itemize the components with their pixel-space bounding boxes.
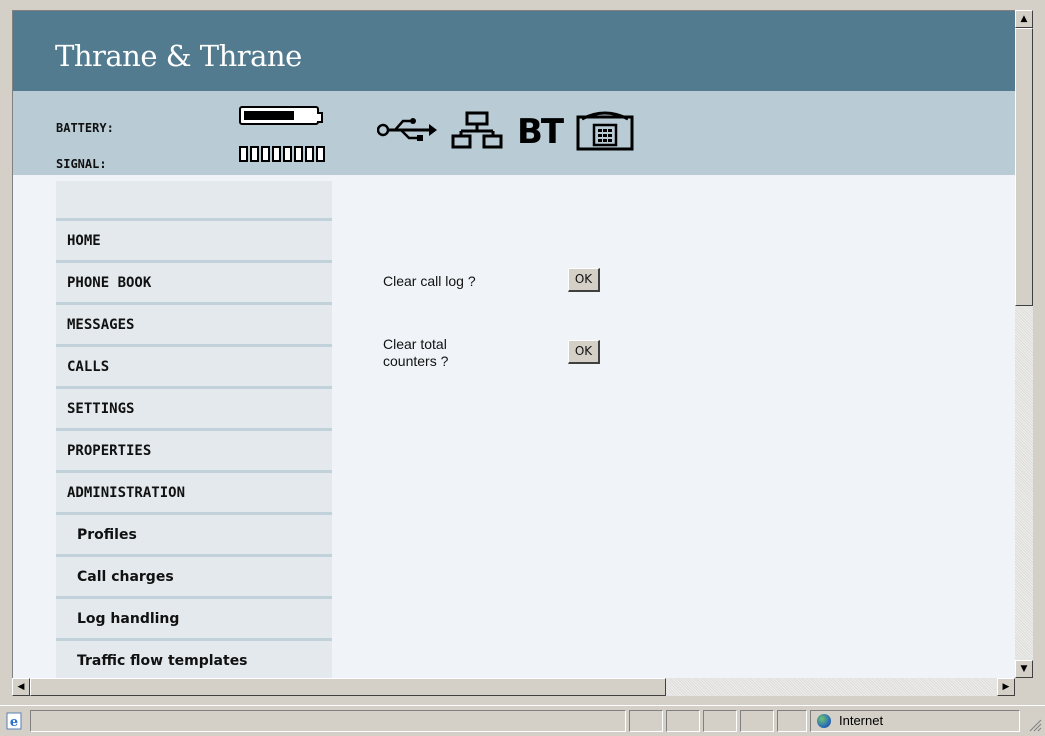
- scroll-right-button[interactable]: ▶: [997, 678, 1015, 696]
- vertical-scrollbar[interactable]: ▲ ▼: [1015, 10, 1033, 678]
- battery-label: BATTERY:: [56, 121, 114, 135]
- signal-label: SIGNAL:: [56, 157, 107, 171]
- battery-level-fill: [244, 111, 294, 120]
- sidebar-item-messages[interactable]: MESSAGES: [56, 305, 332, 347]
- lan-icon: [451, 111, 503, 153]
- signal-strength-meter: [239, 146, 325, 162]
- clear-call-log-label: Clear call log ?: [383, 273, 476, 289]
- sidebar-item-profiles[interactable]: Profiles: [56, 515, 332, 557]
- resize-grip-icon[interactable]: [1026, 716, 1042, 736]
- brand-header: Thrane & Thrane: [13, 11, 1015, 91]
- internet-globe-icon: [817, 714, 831, 728]
- device-status-bar: BATTERY: SIGNAL: BT: [13, 91, 1015, 175]
- scroll-down-button[interactable]: ▼: [1015, 660, 1033, 678]
- clear-counters-line1: Clear total: [383, 336, 447, 352]
- browser-frame: Thrane & Thrane BATTERY: SIGNAL: BT HOME…: [0, 0, 1045, 705]
- sidebar-item-call-charges[interactable]: Call charges: [56, 557, 332, 599]
- sidebar-item-phone-book[interactable]: PHONE BOOK: [56, 263, 332, 305]
- sidebar-item-calls[interactable]: CALLS: [56, 347, 332, 389]
- sidebar-nav: HOME PHONE BOOK MESSAGES CALLS SETTINGS …: [56, 181, 332, 679]
- vertical-scroll-thumb[interactable]: [1015, 28, 1033, 306]
- status-panel-3: [703, 710, 737, 732]
- sidebar-item-settings[interactable]: SETTINGS: [56, 389, 332, 431]
- status-message-area: [30, 710, 626, 732]
- sidebar-item-properties[interactable]: PROPERTIES: [56, 431, 332, 473]
- scroll-up-button[interactable]: ▲: [1015, 10, 1033, 28]
- sidebar-item-log-handling[interactable]: Log handling: [56, 599, 332, 641]
- connection-icons: BT: [376, 109, 634, 155]
- status-panel-1: [629, 710, 663, 732]
- clear-call-log-ok-button[interactable]: OK: [568, 268, 600, 292]
- scrollbar-corner: [1015, 678, 1033, 696]
- signal-bar: [294, 146, 303, 162]
- signal-bar: [316, 146, 325, 162]
- clear-counters-label: Clear total counters ?: [383, 336, 448, 370]
- usb-icon: [376, 115, 437, 149]
- page-viewport: Thrane & Thrane BATTERY: SIGNAL: BT HOME…: [12, 10, 1015, 679]
- brand-logo: Thrane & Thrane: [55, 39, 302, 73]
- signal-bar: [283, 146, 292, 162]
- scroll-left-button[interactable]: ◀: [12, 678, 30, 696]
- signal-bar: [272, 146, 281, 162]
- status-panel-5: [777, 710, 807, 732]
- bluetooth-icon: BT: [517, 112, 564, 152]
- browser-status-bar: e Internet: [0, 705, 1045, 736]
- ie-page-icon: e: [6, 712, 24, 734]
- sidebar-item-administration[interactable]: ADMINISTRATION: [56, 473, 332, 515]
- sidebar-item-traffic-flow-templates[interactable]: Traffic flow templates: [56, 641, 332, 679]
- clear-counters-ok-button[interactable]: OK: [568, 340, 600, 364]
- signal-bar: [239, 146, 248, 162]
- status-panel-4: [740, 710, 774, 732]
- phone-icon: [576, 109, 634, 155]
- sidebar-item-home[interactable]: HOME: [56, 221, 332, 263]
- clear-counters-line2: counters ?: [383, 353, 449, 369]
- security-zone: Internet: [810, 710, 1020, 732]
- signal-bar: [261, 146, 270, 162]
- security-zone-label: Internet: [839, 713, 884, 728]
- horizontal-scroll-thumb[interactable]: [30, 678, 666, 696]
- battery-icon: [239, 106, 323, 125]
- status-panel-2: [666, 710, 700, 732]
- svg-text:e: e: [10, 715, 18, 730]
- signal-bar: [250, 146, 259, 162]
- sidebar-spacer: [56, 181, 332, 221]
- horizontal-scrollbar[interactable]: ◀ ▶: [12, 678, 1015, 696]
- battery-terminal: [317, 112, 323, 123]
- signal-bar: [305, 146, 314, 162]
